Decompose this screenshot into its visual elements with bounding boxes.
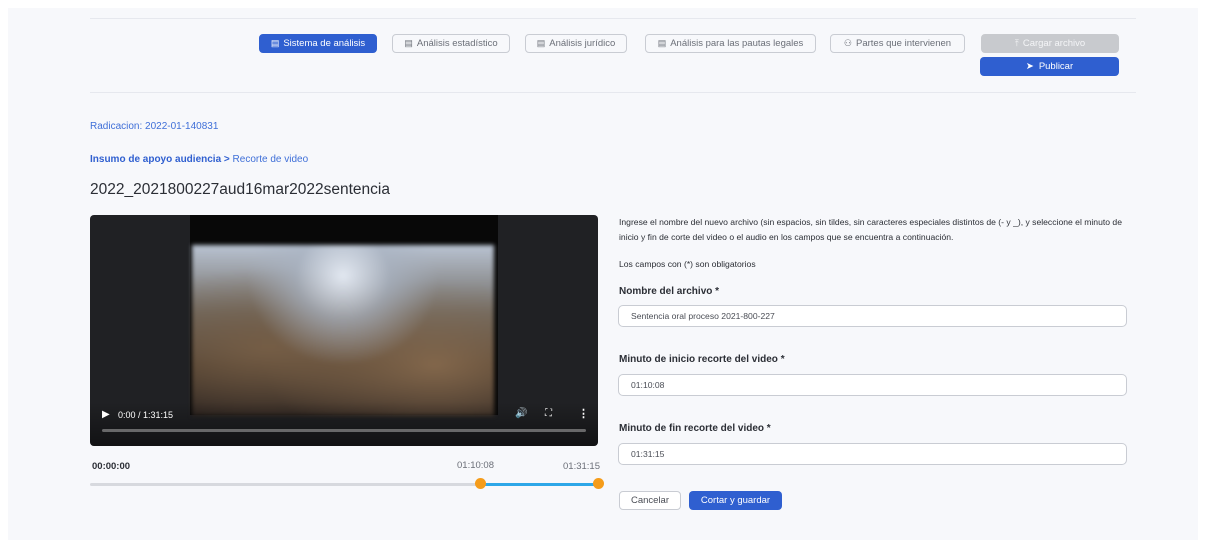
breadcrumb-parent[interactable]: Insumo de apoyo audiencia [90,154,221,165]
book-icon: ▤ [536,38,546,48]
instructions-text: Ingrese el nombre del nuevo archivo (sin… [619,217,1122,242]
upload-file-button[interactable]: ⤒ Cargar archivo [981,34,1119,53]
range-start-handle[interactable] [474,478,486,489]
tab-label: Partes que intervienen [856,38,952,49]
page-container: ▤ Sistema de análisis ▤ Análisis estadís… [8,8,1198,540]
tab-label: Sistema de análisis [283,38,366,49]
publish-button[interactable]: ➤ Publicar [980,57,1119,76]
range-cut-end-time: 01:31:15 [563,461,600,472]
people-icon: ⚇ [843,38,852,48]
book-icon: ▤ [657,38,667,48]
end-minute-label: Minuto de fin recorte del video * [619,423,771,434]
book-icon: ▤ [404,38,413,48]
more-options-icon[interactable]: ⋮ [578,407,589,420]
tab-label: Análisis para las pautas legales [670,38,804,49]
breadcrumb: Insumo de apoyo audiencia > Recorte de v… [90,154,308,165]
breadcrumb-current: Recorte de video [232,154,309,165]
tab-label: Análisis estadístico [416,38,498,49]
range-selection [480,483,598,486]
divider-middle [90,92,1136,93]
upload-icon: ⤒ [1014,38,1019,48]
range-cut-start-time: 01:10:08 [457,460,494,471]
radicacion-text: Radicacion: 2022-01-140831 [90,121,219,132]
filename-input[interactable]: Sentencia oral proceso 2021-800-227 [618,305,1127,327]
tab-sistema-de-analisis[interactable]: ▤ Sistema de análisis [259,34,377,53]
tab-analisis-pautas-legales[interactable]: ▤ Análisis para las pautas legales [645,34,816,53]
tab-label: Análisis jurídico [549,38,616,49]
divider-top [90,18,1136,19]
volume-icon[interactable]: 🔊 [515,408,527,419]
tab-partes-que-intervienen[interactable]: ⚇ Partes que intervienen [830,34,965,53]
start-minute-input[interactable]: 01:10:08 [618,374,1127,396]
video-progress-bar[interactable] [102,429,586,432]
filename-label: Nombre del archivo * [619,286,720,297]
required-note: Los campos con (*) son obligatorios [619,259,756,269]
cancel-button[interactable]: Cancelar [619,491,681,510]
book-icon: ▤ [270,38,280,48]
upload-label: Cargar archivo [1022,38,1086,49]
tab-analisis-juridico[interactable]: ▤ Análisis jurídico [525,34,627,53]
breadcrumb-separator: > [223,154,230,165]
publish-label: Publicar [1038,61,1074,72]
play-icon[interactable]: ▶ [102,409,110,420]
page-title: 2022_2021800227aud16mar2022sentencia [90,181,390,198]
tab-analisis-estadistico[interactable]: ▤ Análisis estadístico [392,34,510,53]
start-minute-label: Minuto de inicio recorte del video * [619,354,785,365]
video-player[interactable]: ▶ 0:00 / 1:31:15 🔊 ⛶ ⋮ [90,215,598,446]
send-icon: ➤ [1025,61,1034,72]
cut-and-save-button[interactable]: Cortar y guardar [689,491,782,510]
range-end-handle[interactable] [592,478,604,489]
range-start-time: 00:00:00 [92,461,131,472]
fullscreen-icon[interactable]: ⛶ [545,408,552,419]
video-time: 0:00 / 1:31:15 [118,410,174,420]
video-image [192,245,494,416]
end-minute-input[interactable]: 01:31:15 [618,443,1127,465]
